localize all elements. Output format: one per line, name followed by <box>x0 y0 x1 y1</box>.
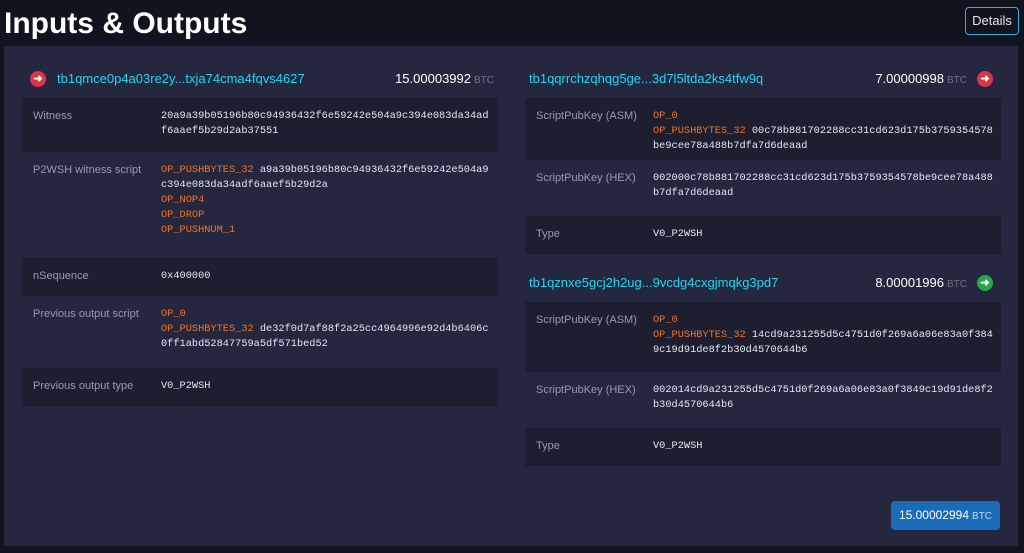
type-row: Type V0_P2WSH <box>525 428 1001 466</box>
btc-unit: BTC <box>972 511 993 522</box>
scriptpubkey-hex-label: ScriptPubKey (HEX) <box>536 172 636 184</box>
outputs-column: tb1qqrrchzqhqg5ge...3d7l5ltda2ks4tfw9q 7… <box>525 60 1001 466</box>
p2wsh-script-label: P2WSH witness script <box>33 164 142 176</box>
scriptpubkey-asm-value: OP_0 OP_PUSHBYTES_32 00c78b881702288cc31c… <box>653 109 998 154</box>
witness-label: Witness <box>33 110 73 122</box>
scriptpubkey-hex-value: 002000c78b881702288cc31cd623d175b3759354… <box>653 172 993 199</box>
output-header: tb1qznxe5gcj2h2ug...9vcdg4cxgjmqkg3pd7 8… <box>525 264 1001 302</box>
total-amount-button[interactable]: 15.00002994 BTC <box>891 501 1000 530</box>
previous-output-script-row: Previous output script OP_0 OP_PUSHBYTES_… <box>22 296 498 368</box>
opcode: OP_DROP <box>161 209 205 221</box>
scriptpubkey-asm-value: OP_0 OP_PUSHBYTES_32 14cd9a231255d5c4751d… <box>653 313 998 358</box>
arrow-right-circle-icon[interactable]: ➜ <box>977 71 993 87</box>
opcode: OP_PUSHNUM_1 <box>161 224 236 236</box>
output-address-link[interactable]: tb1qznxe5gcj2h2ug...9vcdg4cxgjmqkg3pd7 <box>529 275 778 290</box>
output-amount-value: 8.00001996 <box>875 275 944 290</box>
nsequence-label: nSequence <box>33 270 89 282</box>
btc-unit: BTC <box>474 75 494 86</box>
previous-output-script-label: Previous output script <box>33 308 139 320</box>
inputs-column: ➜ tb1qmce0p4a03re2y...txja74cma4fqvs4627… <box>22 60 498 406</box>
type-value: V0_P2WSH <box>653 228 703 240</box>
output-address-link[interactable]: tb1qqrrchzqhqg5ge...3d7l5ltda2ks4tfw9q <box>529 71 763 86</box>
opcode: OP_PUSHBYTES_32 <box>653 125 746 137</box>
type-row: Type V0_P2WSH <box>525 216 1001 254</box>
scriptpubkey-asm-label: ScriptPubKey (ASM) <box>536 110 637 122</box>
opcode: OP_NOP4 <box>161 194 205 206</box>
output-header: tb1qqrrchzqhqg5ge...3d7l5ltda2ks4tfw9q 7… <box>525 60 1001 98</box>
type-label: Type <box>536 228 560 240</box>
input-header: ➜ tb1qmce0p4a03re2y...txja74cma4fqvs4627… <box>22 60 498 98</box>
input-amount-value: 15.00003992 <box>395 71 471 86</box>
witness-value: 20a9a39b05196b80c94936432f6e59242e504a9c… <box>161 110 489 137</box>
scriptpubkey-asm-row: ScriptPubKey (ASM) OP_0 OP_PUSHBYTES_32 1… <box>525 302 1001 372</box>
opcode: OP_0 <box>653 314 678 326</box>
btc-unit: BTC <box>947 75 967 86</box>
opcode: OP_PUSHBYTES_32 <box>653 329 746 341</box>
scriptpubkey-asm-row: ScriptPubKey (ASM) OP_0 OP_PUSHBYTES_32 0… <box>525 98 1001 160</box>
scriptpubkey-hex-row: ScriptPubKey (HEX) 002000c78b881702288cc… <box>525 160 1001 216</box>
opcode: OP_PUSHBYTES_32 <box>161 323 254 335</box>
p2wsh-script-row: P2WSH witness script OP_PUSHBYTES_32 a9a… <box>22 152 498 258</box>
opcode: OP_0 <box>653 110 678 122</box>
page-title: Inputs & Outputs <box>4 7 248 40</box>
arrow-right-circle-icon[interactable]: ➜ <box>30 71 46 87</box>
previous-output-type-label: Previous output type <box>33 380 134 392</box>
opcode: OP_PUSHBYTES_32 <box>161 164 254 176</box>
input-amount: 15.00003992 BTC <box>395 71 494 86</box>
nsequence-value: 0x400000 <box>161 270 211 282</box>
output-amount: 7.00000998 BTC <box>875 71 967 86</box>
scriptpubkey-hex-label: ScriptPubKey (HEX) <box>536 384 636 396</box>
previous-output-type-row: Previous output type V0_P2WSH <box>22 368 498 406</box>
output-spacer <box>525 254 1001 264</box>
arrow-right-circle-icon[interactable]: ➜ <box>977 275 993 291</box>
output-amount: 8.00001996 BTC <box>875 275 967 290</box>
opcode: OP_0 <box>161 308 186 320</box>
previous-output-script-value: OP_0 OP_PUSHBYTES_32 de32f0d7af88f2a25cc4… <box>161 307 491 352</box>
scriptpubkey-hex-value: 002014cd9a231255d5c4751d0f269a6a06e83a0f… <box>653 384 993 411</box>
previous-output-type-value: V0_P2WSH <box>161 380 211 392</box>
scriptpubkey-hex-row: ScriptPubKey (HEX) 002014cd9a231255d5c47… <box>525 372 1001 428</box>
total-amount-value: 15.00002994 <box>898 508 970 522</box>
type-value: V0_P2WSH <box>653 440 703 452</box>
details-button[interactable]: Details <box>965 7 1019 35</box>
witness-row: Witness 20a9a39b05196b80c94936432f6e5924… <box>22 98 498 152</box>
p2wsh-script-value: OP_PUSHBYTES_32 a9a39b05196b80c94936432f… <box>161 163 491 238</box>
scriptpubkey-asm-label: ScriptPubKey (ASM) <box>536 314 637 326</box>
output-amount-value: 7.00000998 <box>875 71 944 86</box>
type-label: Type <box>536 440 560 452</box>
input-address-link[interactable]: tb1qmce0p4a03re2y...txja74cma4fqvs4627 <box>57 71 305 86</box>
nsequence-row: nSequence 0x400000 <box>22 258 498 296</box>
btc-unit: BTC <box>947 279 967 290</box>
